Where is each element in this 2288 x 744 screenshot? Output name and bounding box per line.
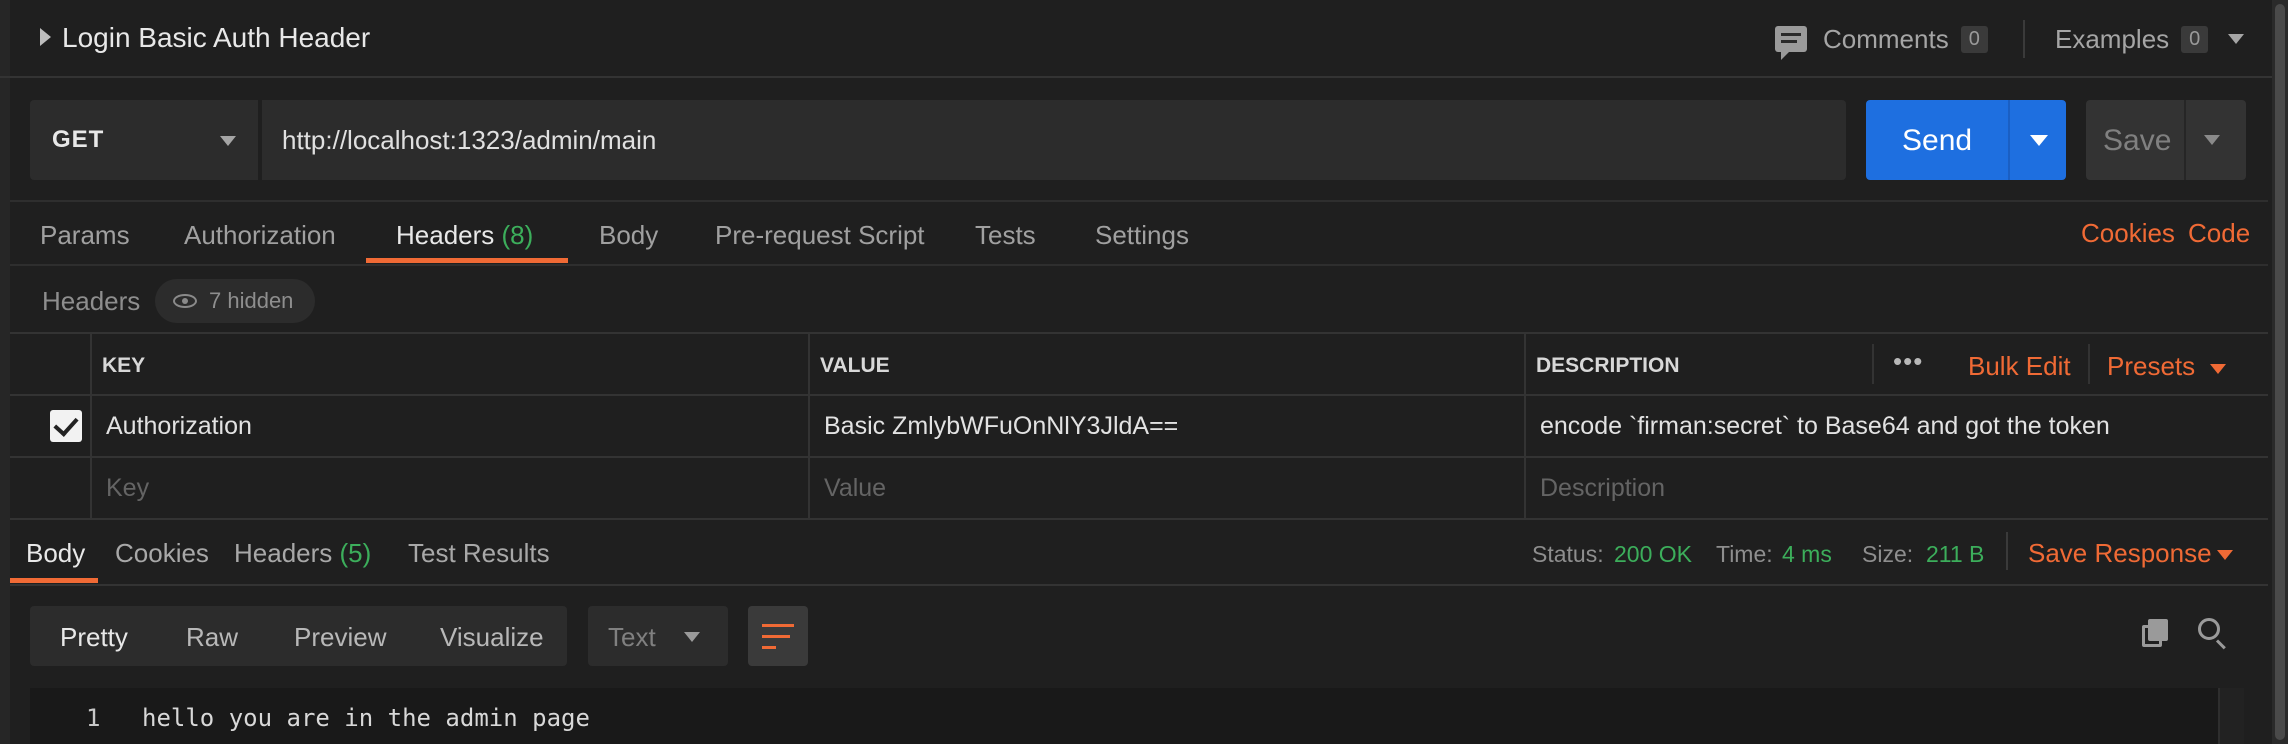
window-scrollbar[interactable]: [2272, 0, 2288, 744]
headers-table: KEY VALUE DESCRIPTION ••• Bulk Edit Pres…: [10, 332, 2268, 520]
url-input[interactable]: http://localhost:1323/admin/main: [262, 100, 1846, 180]
url-value: http://localhost:1323/admin/main: [282, 125, 657, 155]
divider: [808, 334, 810, 518]
divider: [10, 394, 2268, 396]
search-icon[interactable]: [2198, 618, 2228, 650]
response-tab-cookies[interactable]: Cookies: [115, 538, 209, 569]
format-value: Text: [608, 622, 656, 652]
code-link[interactable]: Code: [2188, 218, 2250, 249]
tab-tests[interactable]: Tests: [975, 220, 1036, 251]
chevron-down-icon: [220, 136, 236, 146]
divider: [10, 456, 2268, 458]
format-select[interactable]: Text: [588, 606, 728, 666]
tab-params[interactable]: Params: [40, 220, 130, 251]
time-label: Time:: [1716, 541, 1773, 567]
method-value: GET: [52, 126, 105, 153]
hidden-count: 7 hidden: [209, 288, 294, 313]
header-description-cell[interactable]: encode `firman:secret` to Base64 and got…: [1540, 412, 2110, 441]
column-header-key: KEY: [102, 354, 146, 377]
view-visualize-button[interactable]: Visualize: [440, 622, 544, 653]
save-options-chevron-icon[interactable]: [2204, 135, 2220, 145]
comment-icon: [1775, 26, 1807, 60]
tab-headers-label: Headers: [396, 220, 495, 250]
response-tab-headers-label: Headers: [234, 538, 333, 568]
tab-prerequest-script[interactable]: Pre-request Script: [715, 220, 925, 251]
view-raw-button[interactable]: Raw: [186, 622, 238, 653]
status-value[interactable]: 200 OK: [1614, 541, 1692, 568]
divider: [1872, 344, 1874, 384]
tab-body[interactable]: Body: [599, 220, 658, 251]
send-label: Send: [1902, 124, 1973, 157]
bulk-edit-button[interactable]: Bulk Edit: [1968, 351, 2071, 382]
request-title[interactable]: Login Basic Auth Header: [62, 22, 370, 54]
response-tab-headers-count: (5): [339, 538, 372, 568]
comments-button[interactable]: Comments 0: [1775, 20, 1988, 60]
tab-authorization[interactable]: Authorization: [184, 220, 336, 251]
request-tabs: Params Authorization Headers (8) Body Pr…: [10, 200, 2268, 266]
divider: [90, 334, 92, 518]
response-tab-body[interactable]: Body: [26, 538, 85, 569]
headers-section-label: Headers: [42, 286, 141, 316]
chevron-down-icon[interactable]: [2217, 550, 2233, 560]
chevron-down-icon: [2210, 364, 2226, 374]
divider: [2023, 20, 2025, 58]
header-enabled-checkbox[interactable]: [50, 410, 82, 442]
wrap-lines-icon[interactable]: [748, 606, 808, 666]
editor-scrollbar[interactable]: [2218, 688, 2244, 744]
status-label: Status:: [1532, 541, 1604, 567]
copy-icon[interactable]: [2142, 619, 2170, 647]
header-value-cell[interactable]: Basic ZmlybWFuOnNlY3JldA==: [824, 412, 1178, 441]
save-label: Save: [2103, 124, 2172, 157]
view-mode-group: Pretty Raw Preview Visualize: [30, 606, 567, 666]
size-value[interactable]: 211 B: [1926, 541, 1984, 568]
view-preview-button[interactable]: Preview: [294, 622, 386, 653]
more-options-icon[interactable]: •••: [1893, 346, 1923, 377]
new-description-input[interactable]: Description: [1540, 474, 1665, 503]
cookies-link[interactable]: Cookies: [2081, 218, 2175, 249]
active-tab-indicator: [366, 258, 568, 263]
column-header-description: DESCRIPTION: [1536, 354, 1680, 377]
column-header-value: VALUE: [820, 354, 890, 377]
examples-label: Examples: [2055, 23, 2170, 54]
comments-label: Comments: [1823, 23, 1949, 54]
header-key-cell[interactable]: Authorization: [106, 412, 252, 441]
save-button[interactable]: Save: [2086, 100, 2246, 180]
new-key-input[interactable]: Key: [106, 474, 149, 503]
divider: [2008, 100, 2010, 180]
examples-button[interactable]: Examples 0: [2055, 20, 2245, 58]
code-line: hello you are in the admin page: [142, 704, 590, 732]
method-select[interactable]: GET: [30, 100, 260, 180]
view-pretty-button[interactable]: Pretty: [60, 622, 128, 653]
expand-caret-icon[interactable]: [40, 28, 51, 46]
eye-icon: [173, 294, 197, 308]
examples-count-badge: 0: [2181, 25, 2209, 53]
time-value[interactable]: 4 ms: [1782, 541, 1832, 568]
new-value-input[interactable]: Value: [824, 474, 886, 503]
comments-count-badge: 0: [1960, 25, 1988, 53]
active-tab-indicator: [10, 578, 98, 583]
line-number: 1: [86, 704, 101, 732]
size-label: Size:: [1862, 541, 1914, 567]
presets-dropdown[interactable]: Presets: [2107, 351, 2195, 382]
chevron-down-icon: [2228, 34, 2245, 44]
tab-settings[interactable]: Settings: [1095, 220, 1189, 251]
scrollbar-thumb[interactable]: [2275, 4, 2285, 740]
left-panel-edge: [0, 0, 10, 744]
divider: [2184, 100, 2186, 180]
send-button[interactable]: Send: [1866, 100, 2066, 180]
divider: [1524, 334, 1526, 518]
request-title-bar: Login Basic Auth Header Comments 0 Examp…: [0, 0, 2288, 78]
response-tab-test-results[interactable]: Test Results: [408, 538, 550, 569]
chevron-down-icon: [684, 632, 700, 642]
divider: [2088, 344, 2090, 384]
tab-headers[interactable]: Headers (8): [396, 220, 533, 251]
divider: [2006, 532, 2008, 570]
send-options-chevron-icon[interactable]: [2030, 135, 2048, 146]
response-tab-headers[interactable]: Headers (5): [234, 538, 371, 569]
save-response-button[interactable]: Save Response: [2028, 538, 2212, 569]
hidden-headers-toggle[interactable]: 7 hidden: [155, 279, 316, 323]
tab-headers-count: (8): [501, 220, 534, 250]
response-body-editor[interactable]: 1 hello you are in the admin page: [30, 688, 2244, 744]
